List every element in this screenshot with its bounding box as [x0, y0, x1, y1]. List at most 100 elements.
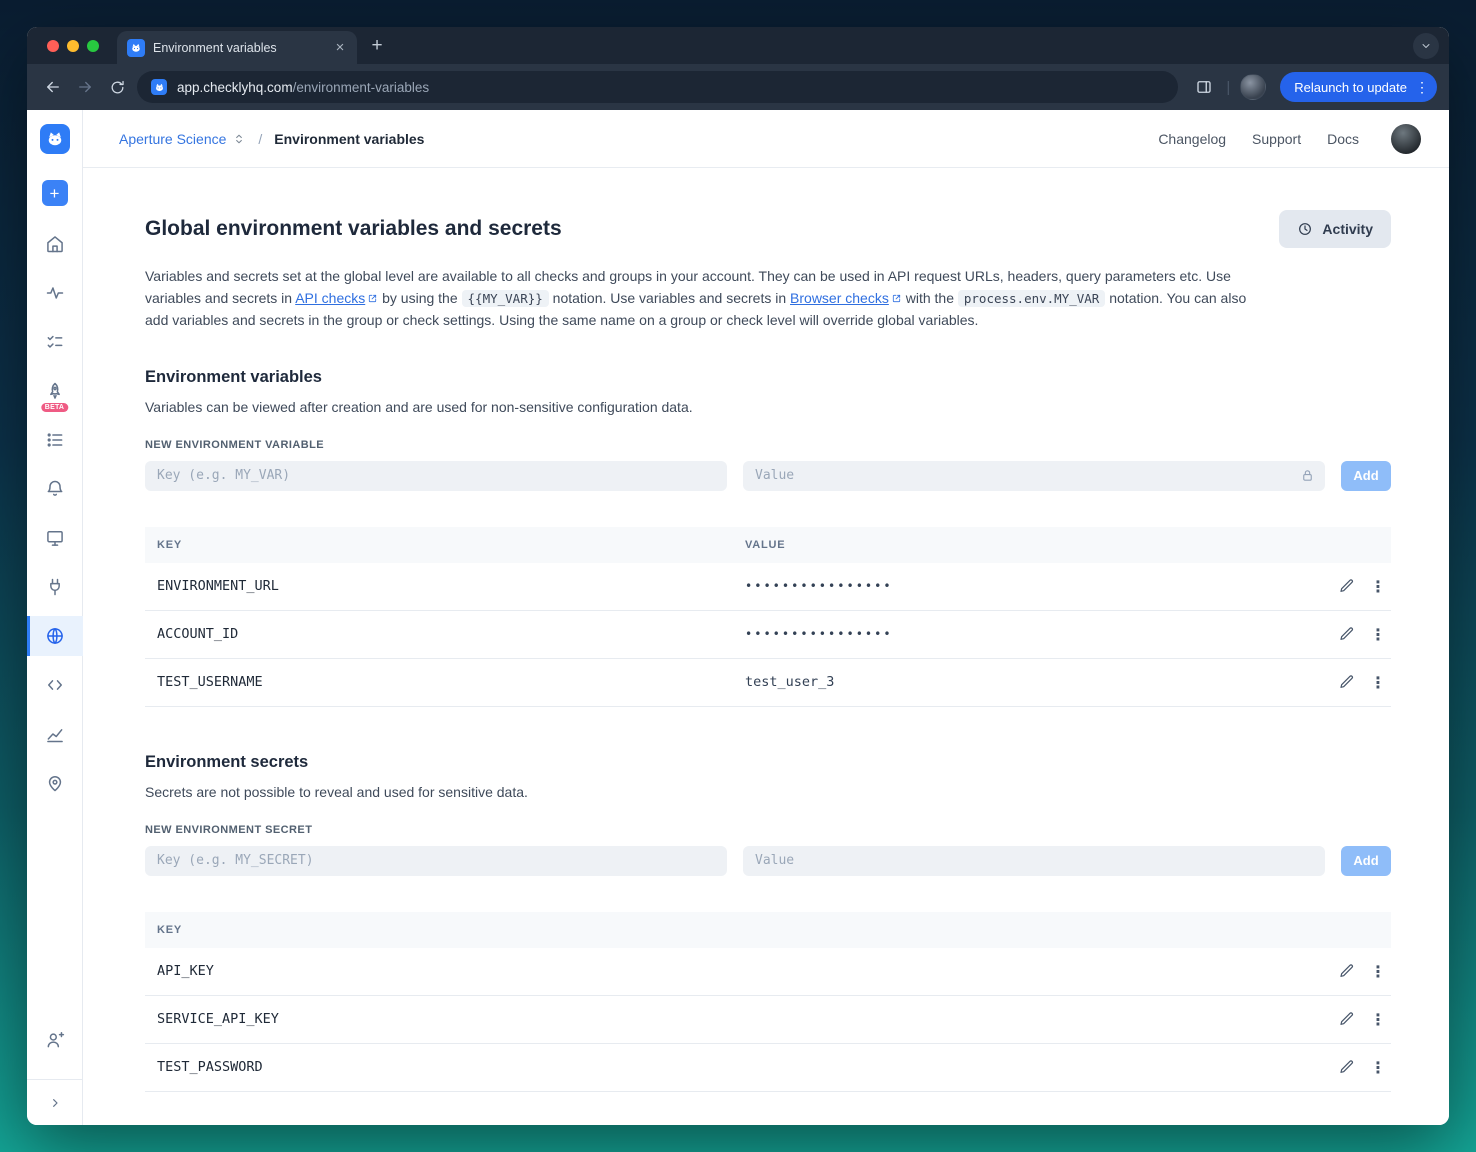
edit-variable-button[interactable]	[1339, 674, 1355, 690]
edit-variable-button[interactable]	[1339, 626, 1355, 642]
variable-key-input[interactable]	[145, 460, 727, 491]
sidebar-item-activity[interactable]	[27, 273, 83, 313]
pencil-icon	[1340, 579, 1353, 592]
sidebar-item-analytics[interactable]	[27, 714, 83, 754]
row-menu-button[interactable]: ⋮	[1370, 1010, 1386, 1029]
checkly-logo[interactable]	[39, 124, 70, 154]
row-menu-button[interactable]: ⋮	[1370, 1058, 1386, 1077]
key-column-header: KEY	[157, 538, 182, 551]
external-link-icon	[891, 289, 902, 311]
sidebar-item-snippets[interactable]	[27, 665, 83, 705]
plug-icon	[49, 578, 60, 596]
forward-icon[interactable]	[69, 71, 101, 103]
edit-secret-button[interactable]	[1339, 1059, 1355, 1075]
variable-key-field	[145, 460, 727, 491]
secret-key: SERVICE_API_KEY	[157, 1011, 279, 1027]
sidebar-collapse-button[interactable]	[27, 1079, 82, 1125]
desktop-wallpaper: Environment variables × + app.checklyhq.…	[0, 0, 1476, 1152]
variable-value-field	[743, 460, 1325, 491]
table-row: SERVICE_API_KEY ⋮	[145, 996, 1391, 1044]
tab-search-icon[interactable]	[1413, 32, 1439, 59]
edit-secret-button[interactable]	[1339, 1011, 1355, 1027]
my-var-code: {{MY_VAR}}	[461, 289, 549, 307]
activity-button-label: Activity	[1322, 221, 1373, 237]
back-icon[interactable]	[37, 71, 69, 103]
sidebar-item-home[interactable]	[27, 224, 83, 264]
account-switcher[interactable]: Aperture Science	[119, 131, 246, 147]
sidebar-item-checks[interactable]	[27, 322, 83, 362]
invite-user-icon	[47, 1031, 64, 1048]
chevron-right-icon	[52, 1098, 58, 1107]
reload-icon[interactable]	[101, 71, 133, 103]
add-variable-button[interactable]: Add	[1341, 460, 1391, 491]
history-clock-icon	[1299, 223, 1312, 235]
activity-button[interactable]: Activity	[1279, 210, 1391, 248]
row-actions: ⋮	[1317, 962, 1391, 981]
browser-checks-link[interactable]: Browser checks	[790, 290, 889, 306]
sidebar-item-maintenance-windows[interactable]	[27, 567, 83, 607]
chart-icon	[46, 729, 63, 743]
row-actions: ⋮	[1317, 625, 1391, 644]
intro-text-3: notation. Use variables and secrets in	[548, 289, 791, 306]
row-menu-button[interactable]: ⋮	[1370, 577, 1386, 596]
variables-table-header: KEY VALUE	[145, 526, 1391, 563]
pencil-icon	[1340, 1060, 1353, 1073]
sidebar-item-traces-beta[interactable]: BETA	[27, 371, 83, 412]
row-actions: ⋮	[1317, 673, 1391, 692]
user-avatar[interactable]	[1391, 123, 1421, 154]
variable-value-masked: ••••••••••••••••	[745, 579, 893, 593]
sidebar-item-locations[interactable]	[27, 763, 83, 803]
new-variable-label: NEW ENVIRONMENT VARIABLE	[145, 438, 325, 451]
rocket-icon	[49, 382, 60, 399]
row-actions: ⋮	[1317, 577, 1391, 596]
close-window-button[interactable]	[47, 39, 59, 52]
browser-menu-icon[interactable]: ⋮	[1415, 79, 1429, 96]
tab-strip: Environment variables × +	[27, 27, 1449, 64]
process-env-code: process.env.MY_VAR	[957, 289, 1106, 307]
table-row: TEST_PASSWORD ⋮	[145, 1044, 1391, 1092]
row-menu-button[interactable]: ⋮	[1370, 673, 1386, 692]
url-text: app.checklyhq.com/environment-variables	[177, 80, 429, 95]
relaunch-to-update-button[interactable]: Relaunch to update ⋮	[1280, 72, 1437, 102]
sidebar-item-dashboards[interactable]	[27, 518, 83, 558]
main-area: Aperture Science / Environment variables…	[83, 110, 1449, 1125]
row-menu-button[interactable]: ⋮	[1370, 962, 1386, 981]
monitor-icon	[46, 531, 63, 546]
changelog-link[interactable]: Changelog	[1158, 131, 1226, 147]
maximize-window-button[interactable]	[87, 39, 99, 52]
sidebar-item-test-sessions[interactable]	[27, 420, 83, 460]
sidebar-item-alerts[interactable]	[27, 469, 83, 509]
browser-profile-avatar[interactable]	[1240, 74, 1267, 100]
extensions-icon[interactable]	[1188, 71, 1220, 103]
tab-title: Environment variables	[153, 40, 277, 55]
breadcrumb-separator: /	[258, 130, 263, 147]
url-domain: app.checklyhq.com	[177, 79, 293, 95]
sidebar-item-invite-user[interactable]	[27, 1020, 83, 1060]
new-tab-button[interactable]: +	[363, 32, 391, 60]
browser-tab[interactable]: Environment variables ×	[117, 31, 357, 64]
bell-icon	[47, 480, 62, 496]
secret-key-input[interactable]	[145, 845, 727, 876]
minimize-window-button[interactable]	[67, 39, 79, 52]
api-checks-link[interactable]: API checks	[295, 290, 365, 306]
secret-value-input[interactable]	[743, 845, 1325, 876]
address-bar[interactable]: app.checklyhq.com/environment-variables	[137, 71, 1179, 103]
pencil-icon	[1340, 1012, 1353, 1025]
sidebar-item-environment-variables[interactable]	[27, 616, 83, 656]
page-content: Global environment variables and secrets…	[83, 168, 1449, 1125]
globe-icon	[46, 628, 63, 644]
variable-value-input[interactable]	[743, 460, 1325, 491]
create-button[interactable]: +	[41, 180, 68, 206]
secret-key: API_KEY	[157, 963, 214, 979]
variables-table: KEY VALUE ENVIRONMENT_URL ••••••••••••••…	[145, 526, 1391, 707]
row-menu-button[interactable]: ⋮	[1370, 625, 1386, 644]
support-link[interactable]: Support	[1252, 131, 1301, 147]
edit-secret-button[interactable]	[1339, 963, 1355, 979]
close-tab-icon[interactable]: ×	[331, 39, 349, 57]
docs-link[interactable]: Docs	[1327, 131, 1359, 147]
external-link-icon	[367, 289, 378, 311]
edit-variable-button[interactable]	[1339, 578, 1355, 594]
secrets-table-header: KEY	[145, 911, 1391, 948]
home-icon	[46, 236, 63, 253]
add-secret-button[interactable]: Add	[1341, 845, 1391, 876]
